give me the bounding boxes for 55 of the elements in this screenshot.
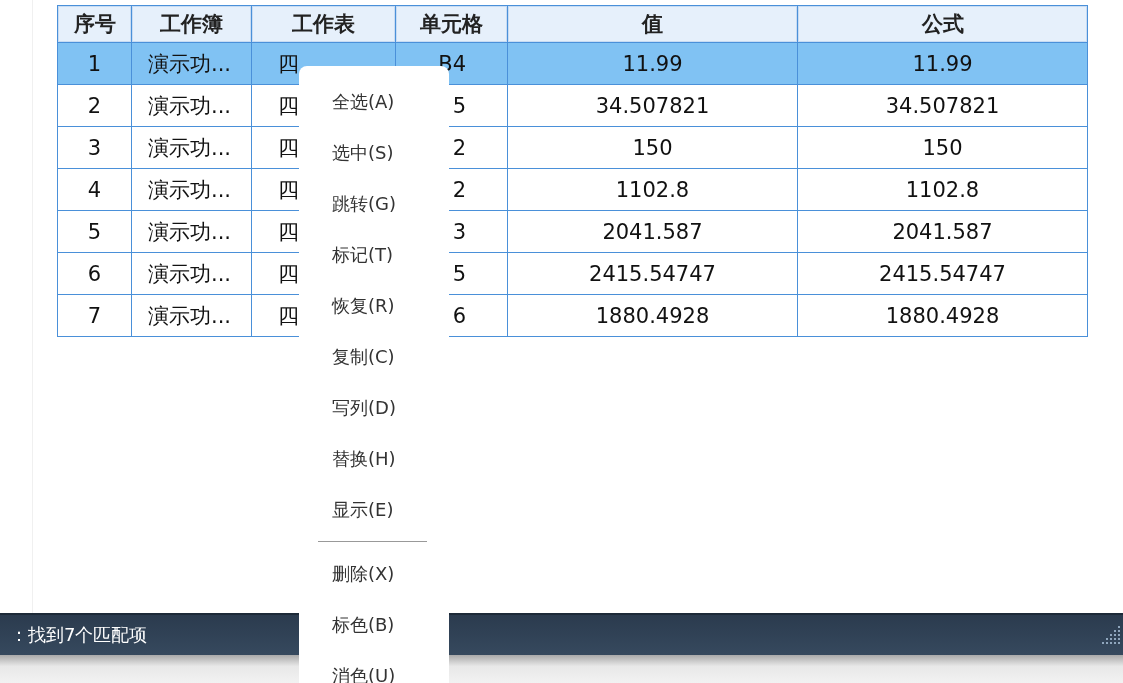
- table-cell-text: 四: [278, 302, 299, 330]
- column-header[interactable]: 序号: [57, 5, 132, 43]
- table-cell: 6: [452, 303, 466, 328]
- resize-grip-icon[interactable]: [1100, 625, 1122, 645]
- table-cell-text: 演示功...: [148, 302, 232, 330]
- menu-item[interactable]: 替换(H): [299, 433, 449, 484]
- table-cell: 3: [452, 219, 466, 244]
- table-cell: 34.507821: [595, 93, 710, 118]
- table-cell-text: 演示功...: [148, 92, 232, 120]
- menu-item[interactable]: 写列(D): [299, 382, 449, 433]
- column-header[interactable]: 工作簿: [131, 5, 252, 43]
- column-header[interactable]: 公式: [797, 5, 1088, 43]
- table-cell-text: 演示功...: [148, 50, 232, 78]
- table-cell: 1880.4928: [885, 303, 1000, 328]
- column-header[interactable]: 单元格: [395, 5, 508, 43]
- table-cell-text: 演示功...: [148, 218, 232, 246]
- menu-item[interactable]: 消色(U): [299, 650, 449, 683]
- column-header[interactable]: 值: [507, 5, 798, 43]
- table-cell: 3: [87, 135, 102, 160]
- table-cell: 150: [632, 135, 673, 160]
- table-cell: 2: [87, 93, 102, 118]
- table-cell: 4: [87, 177, 102, 202]
- menu-item[interactable]: 显示(E): [299, 484, 449, 535]
- table-cell-text: 四: [278, 176, 299, 204]
- table-cell-text: 演示功...: [148, 260, 232, 288]
- table-cell: 6: [87, 261, 102, 286]
- table-cell: 2041.587: [602, 219, 703, 244]
- table-cell-text: 四: [278, 134, 299, 162]
- table-cell: 2041.587: [892, 219, 993, 244]
- table-cell-text: 四: [278, 260, 299, 288]
- table-cell: 1102.8: [615, 177, 690, 202]
- table-cell: 150: [922, 135, 963, 160]
- table-cell: 11.99: [912, 51, 973, 76]
- table-cell: 1: [87, 51, 102, 76]
- menu-item[interactable]: 标色(B): [299, 599, 449, 650]
- table-cell-text: 四: [278, 50, 299, 78]
- table-cell: 34.507821: [885, 93, 1000, 118]
- table-cell: 1880.4928: [595, 303, 710, 328]
- table-cell: 2415.54747: [879, 261, 1006, 286]
- table-cell: 11.99: [622, 51, 683, 76]
- status-text: ：找到7个匹配项: [10, 623, 148, 647]
- table-cell: 7: [87, 303, 102, 328]
- table-cell-text: 演示功...: [148, 134, 232, 162]
- table-cell: 1102.8: [905, 177, 980, 202]
- table-cell: 5: [452, 261, 466, 286]
- table-cell: 5: [87, 219, 102, 244]
- column-header[interactable]: 工作表: [251, 5, 396, 43]
- table-cell-text: 四: [278, 218, 299, 246]
- table-cell: 2: [452, 135, 466, 160]
- table-cell: 5: [452, 93, 466, 118]
- table-cell-text: 四: [278, 92, 299, 120]
- table-cell-text: 演示功...: [148, 176, 232, 204]
- menu-item[interactable]: 删除(X): [299, 548, 449, 599]
- table-cell: 2: [452, 177, 466, 202]
- table-cell: 2415.54747: [589, 261, 716, 286]
